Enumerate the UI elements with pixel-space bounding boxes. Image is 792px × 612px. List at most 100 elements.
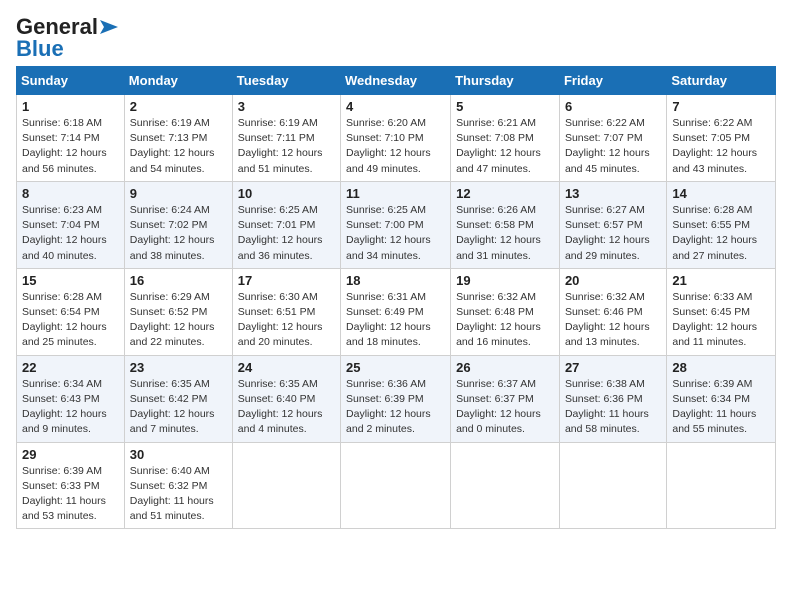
day-number: 16 xyxy=(130,273,227,288)
day-detail: Sunrise: 6:26 AMSunset: 6:58 PMDaylight:… xyxy=(456,203,554,264)
logo-icon xyxy=(100,20,118,34)
weekday-header: Saturday xyxy=(667,67,776,95)
day-number: 29 xyxy=(22,447,119,462)
day-number: 2 xyxy=(130,99,227,114)
day-number: 15 xyxy=(22,273,119,288)
calendar-cell: 12 Sunrise: 6:26 AMSunset: 6:58 PMDaylig… xyxy=(451,181,560,268)
day-number: 22 xyxy=(22,360,119,375)
day-number: 3 xyxy=(238,99,335,114)
day-detail: Sunrise: 6:20 AMSunset: 7:10 PMDaylight:… xyxy=(346,116,445,177)
calendar-cell: 13 Sunrise: 6:27 AMSunset: 6:57 PMDaylig… xyxy=(559,181,666,268)
day-number: 6 xyxy=(565,99,661,114)
day-detail: Sunrise: 6:19 AMSunset: 7:11 PMDaylight:… xyxy=(238,116,335,177)
day-number: 10 xyxy=(238,186,335,201)
day-number: 28 xyxy=(672,360,770,375)
day-number: 19 xyxy=(456,273,554,288)
day-number: 26 xyxy=(456,360,554,375)
day-number: 14 xyxy=(672,186,770,201)
day-number: 1 xyxy=(22,99,119,114)
day-detail: Sunrise: 6:18 AMSunset: 7:14 PMDaylight:… xyxy=(22,116,119,177)
weekday-header: Friday xyxy=(559,67,666,95)
calendar-cell: 28 Sunrise: 6:39 AMSunset: 6:34 PMDaylig… xyxy=(667,355,776,442)
day-number: 7 xyxy=(672,99,770,114)
calendar-cell: 9 Sunrise: 6:24 AMSunset: 7:02 PMDayligh… xyxy=(124,181,232,268)
calendar-cell xyxy=(232,442,340,529)
page-header: General Blue xyxy=(16,16,776,60)
calendar-cell: 1 Sunrise: 6:18 AMSunset: 7:14 PMDayligh… xyxy=(17,95,125,182)
day-number: 17 xyxy=(238,273,335,288)
day-detail: Sunrise: 6:25 AMSunset: 7:00 PMDaylight:… xyxy=(346,203,445,264)
day-detail: Sunrise: 6:39 AMSunset: 6:33 PMDaylight:… xyxy=(22,464,119,525)
calendar-cell: 14 Sunrise: 6:28 AMSunset: 6:55 PMDaylig… xyxy=(667,181,776,268)
calendar-cell: 17 Sunrise: 6:30 AMSunset: 6:51 PMDaylig… xyxy=(232,268,340,355)
weekday-header: Wednesday xyxy=(341,67,451,95)
calendar-cell: 21 Sunrise: 6:33 AMSunset: 6:45 PMDaylig… xyxy=(667,268,776,355)
day-detail: Sunrise: 6:32 AMSunset: 6:46 PMDaylight:… xyxy=(565,290,661,351)
day-detail: Sunrise: 6:29 AMSunset: 6:52 PMDaylight:… xyxy=(130,290,227,351)
day-detail: Sunrise: 6:19 AMSunset: 7:13 PMDaylight:… xyxy=(130,116,227,177)
day-detail: Sunrise: 6:22 AMSunset: 7:05 PMDaylight:… xyxy=(672,116,770,177)
day-detail: Sunrise: 6:23 AMSunset: 7:04 PMDaylight:… xyxy=(22,203,119,264)
day-detail: Sunrise: 6:27 AMSunset: 6:57 PMDaylight:… xyxy=(565,203,661,264)
day-number: 11 xyxy=(346,186,445,201)
day-number: 30 xyxy=(130,447,227,462)
calendar-cell: 26 Sunrise: 6:37 AMSunset: 6:37 PMDaylig… xyxy=(451,355,560,442)
day-number: 25 xyxy=(346,360,445,375)
calendar-cell: 4 Sunrise: 6:20 AMSunset: 7:10 PMDayligh… xyxy=(341,95,451,182)
day-detail: Sunrise: 6:33 AMSunset: 6:45 PMDaylight:… xyxy=(672,290,770,351)
day-number: 24 xyxy=(238,360,335,375)
calendar-cell: 18 Sunrise: 6:31 AMSunset: 6:49 PMDaylig… xyxy=(341,268,451,355)
calendar-cell: 23 Sunrise: 6:35 AMSunset: 6:42 PMDaylig… xyxy=(124,355,232,442)
calendar-cell: 30 Sunrise: 6:40 AMSunset: 6:32 PMDaylig… xyxy=(124,442,232,529)
weekday-header-row: SundayMondayTuesdayWednesdayThursdayFrid… xyxy=(17,67,776,95)
day-detail: Sunrise: 6:31 AMSunset: 6:49 PMDaylight:… xyxy=(346,290,445,351)
calendar-cell: 29 Sunrise: 6:39 AMSunset: 6:33 PMDaylig… xyxy=(17,442,125,529)
day-number: 12 xyxy=(456,186,554,201)
calendar-cell: 27 Sunrise: 6:38 AMSunset: 6:36 PMDaylig… xyxy=(559,355,666,442)
weekday-header: Thursday xyxy=(451,67,560,95)
calendar-cell xyxy=(559,442,666,529)
day-detail: Sunrise: 6:28 AMSunset: 6:54 PMDaylight:… xyxy=(22,290,119,351)
calendar-cell xyxy=(667,442,776,529)
calendar-cell: 22 Sunrise: 6:34 AMSunset: 6:43 PMDaylig… xyxy=(17,355,125,442)
calendar-table: SundayMondayTuesdayWednesdayThursdayFrid… xyxy=(16,66,776,529)
day-detail: Sunrise: 6:30 AMSunset: 6:51 PMDaylight:… xyxy=(238,290,335,351)
day-detail: Sunrise: 6:34 AMSunset: 6:43 PMDaylight:… xyxy=(22,377,119,438)
calendar-week-row: 15 Sunrise: 6:28 AMSunset: 6:54 PMDaylig… xyxy=(17,268,776,355)
calendar-cell: 19 Sunrise: 6:32 AMSunset: 6:48 PMDaylig… xyxy=(451,268,560,355)
day-detail: Sunrise: 6:40 AMSunset: 6:32 PMDaylight:… xyxy=(130,464,227,525)
day-detail: Sunrise: 6:36 AMSunset: 6:39 PMDaylight:… xyxy=(346,377,445,438)
weekday-header: Sunday xyxy=(17,67,125,95)
day-detail: Sunrise: 6:25 AMSunset: 7:01 PMDaylight:… xyxy=(238,203,335,264)
calendar-week-row: 8 Sunrise: 6:23 AMSunset: 7:04 PMDayligh… xyxy=(17,181,776,268)
day-detail: Sunrise: 6:38 AMSunset: 6:36 PMDaylight:… xyxy=(565,377,661,438)
day-number: 8 xyxy=(22,186,119,201)
calendar-cell xyxy=(341,442,451,529)
day-number: 27 xyxy=(565,360,661,375)
weekday-header: Tuesday xyxy=(232,67,340,95)
calendar-cell: 7 Sunrise: 6:22 AMSunset: 7:05 PMDayligh… xyxy=(667,95,776,182)
day-detail: Sunrise: 6:32 AMSunset: 6:48 PMDaylight:… xyxy=(456,290,554,351)
calendar-cell: 16 Sunrise: 6:29 AMSunset: 6:52 PMDaylig… xyxy=(124,268,232,355)
day-detail: Sunrise: 6:39 AMSunset: 6:34 PMDaylight:… xyxy=(672,377,770,438)
day-detail: Sunrise: 6:22 AMSunset: 7:07 PMDaylight:… xyxy=(565,116,661,177)
calendar-week-row: 22 Sunrise: 6:34 AMSunset: 6:43 PMDaylig… xyxy=(17,355,776,442)
calendar-cell: 25 Sunrise: 6:36 AMSunset: 6:39 PMDaylig… xyxy=(341,355,451,442)
logo-blue: Blue xyxy=(16,38,64,60)
calendar-week-row: 1 Sunrise: 6:18 AMSunset: 7:14 PMDayligh… xyxy=(17,95,776,182)
day-number: 5 xyxy=(456,99,554,114)
day-detail: Sunrise: 6:35 AMSunset: 6:40 PMDaylight:… xyxy=(238,377,335,438)
calendar-week-row: 29 Sunrise: 6:39 AMSunset: 6:33 PMDaylig… xyxy=(17,442,776,529)
day-number: 20 xyxy=(565,273,661,288)
day-number: 23 xyxy=(130,360,227,375)
day-detail: Sunrise: 6:28 AMSunset: 6:55 PMDaylight:… xyxy=(672,203,770,264)
logo-general: General xyxy=(16,16,98,38)
day-number: 18 xyxy=(346,273,445,288)
calendar-cell: 11 Sunrise: 6:25 AMSunset: 7:00 PMDaylig… xyxy=(341,181,451,268)
day-detail: Sunrise: 6:21 AMSunset: 7:08 PMDaylight:… xyxy=(456,116,554,177)
calendar-cell: 10 Sunrise: 6:25 AMSunset: 7:01 PMDaylig… xyxy=(232,181,340,268)
calendar-cell: 2 Sunrise: 6:19 AMSunset: 7:13 PMDayligh… xyxy=(124,95,232,182)
day-detail: Sunrise: 6:35 AMSunset: 6:42 PMDaylight:… xyxy=(130,377,227,438)
calendar-cell: 8 Sunrise: 6:23 AMSunset: 7:04 PMDayligh… xyxy=(17,181,125,268)
calendar-cell: 6 Sunrise: 6:22 AMSunset: 7:07 PMDayligh… xyxy=(559,95,666,182)
